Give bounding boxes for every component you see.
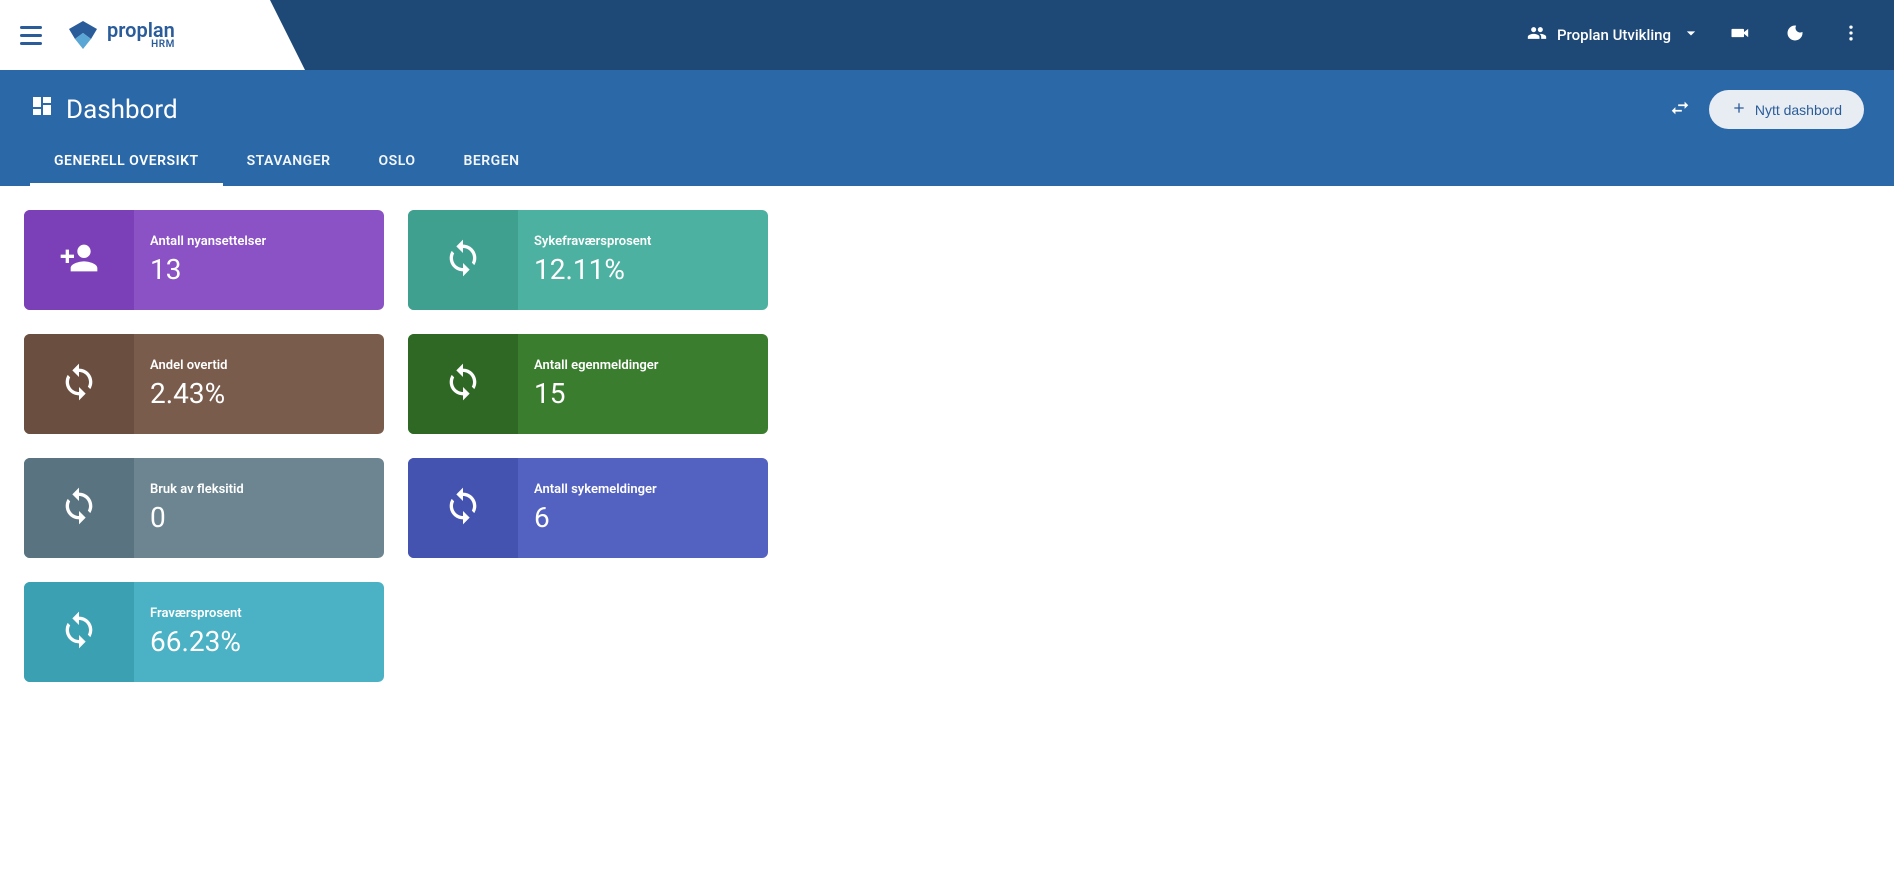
person-add-icon — [59, 238, 99, 282]
sync-icon — [59, 610, 99, 654]
sync-icon — [59, 486, 99, 530]
new-dashboard-label: Nytt dashbord — [1755, 102, 1842, 118]
card-label: Antall sykemeldinger — [534, 482, 752, 497]
page-title: Dashbord — [30, 94, 178, 125]
app-logo-text: proplan HRM — [107, 20, 175, 50]
app-logo-sub: HRM — [107, 40, 175, 50]
card-value: 6 — [534, 501, 752, 534]
card-icon-area — [24, 334, 134, 434]
card-antall-egenmeldinger[interactable]: Antall egenmeldinger 15 — [408, 334, 768, 434]
sync-icon — [443, 238, 483, 282]
card-label: Bruk av fleksitid — [150, 482, 368, 497]
topbar-right: Proplan Utvikling — [1527, 15, 1894, 55]
app-logo-icon — [67, 19, 99, 51]
card-icon-area — [408, 210, 518, 310]
page-title-row: Dashbord Nytt dashbord — [0, 70, 1894, 139]
dashboard-icon — [30, 94, 54, 125]
new-dashboard-button[interactable]: Nytt dashbord — [1709, 90, 1864, 129]
card-fravaersprosent[interactable]: Fraværsprosent 66.23% — [24, 582, 384, 682]
more-menu-button[interactable] — [1833, 15, 1869, 55]
card-value: 2.43% — [150, 377, 368, 410]
announcements-button[interactable] — [1721, 15, 1757, 55]
card-body: Antall nyansettelser 13 — [134, 210, 384, 310]
card-body: Andel overtid 2.43% — [134, 334, 384, 434]
tab-label: STAVANGER — [247, 153, 331, 169]
card-antall-nyansettelser[interactable]: Antall nyansettelser 13 — [24, 210, 384, 310]
tab-stavanger[interactable]: STAVANGER — [223, 139, 355, 186]
moon-icon — [1785, 23, 1805, 47]
card-label: Fraværsprosent — [150, 606, 368, 621]
card-label: Andel overtid — [150, 358, 368, 373]
card-icon-area — [24, 210, 134, 310]
dark-mode-button[interactable] — [1777, 15, 1813, 55]
swap-dashboard-button[interactable] — [1669, 97, 1691, 123]
chevron-down-icon — [1681, 23, 1701, 47]
sync-icon — [59, 362, 99, 406]
card-value: 13 — [150, 253, 368, 286]
card-andel-overtid[interactable]: Andel overtid 2.43% — [24, 334, 384, 434]
card-antall-sykemeldinger[interactable]: Antall sykemeldinger 6 — [408, 458, 768, 558]
card-value: 66.23% — [150, 625, 368, 658]
sync-icon — [443, 486, 483, 530]
page-actions: Nytt dashbord — [1669, 90, 1864, 129]
card-bruk-av-fleksitid[interactable]: Bruk av fleksitid 0 — [24, 458, 384, 558]
user-dropdown[interactable]: Proplan Utvikling — [1527, 23, 1701, 47]
card-value: 12.11% — [534, 253, 752, 286]
tab-generell-oversikt[interactable]: GENERELL OVERSIKT — [30, 139, 223, 186]
tab-oslo[interactable]: OSLO — [355, 139, 440, 186]
sync-icon — [443, 362, 483, 406]
card-value: 0 — [150, 501, 368, 534]
dashboard-grid: Antall nyansettelser 13 Sykefraværsprose… — [0, 186, 1894, 706]
card-label: Antall nyansettelser — [150, 234, 368, 249]
page-title-text: Dashbord — [66, 95, 178, 125]
card-body: Fraværsprosent 66.23% — [134, 582, 384, 682]
tab-label: BERGEN — [463, 153, 519, 169]
card-icon-area — [408, 334, 518, 434]
user-label: Proplan Utvikling — [1557, 26, 1671, 44]
subheader: Dashbord Nytt dashbord GENERELL OVERSIKT… — [0, 70, 1894, 186]
topbar: proplan HRM Proplan Utvikling — [0, 0, 1894, 70]
card-label: Antall egenmeldinger — [534, 358, 752, 373]
card-icon-area — [24, 458, 134, 558]
tab-label: OSLO — [379, 153, 416, 169]
people-icon — [1527, 23, 1547, 47]
card-body: Antall egenmeldinger 15 — [518, 334, 768, 434]
card-value: 15 — [534, 377, 752, 410]
topbar-left: proplan HRM — [0, 0, 270, 70]
app-logo-main: proplan — [107, 20, 175, 40]
card-body: Antall sykemeldinger 6 — [518, 458, 768, 558]
tab-bergen[interactable]: BERGEN — [439, 139, 543, 186]
hamburger-menu-button[interactable] — [10, 16, 52, 55]
tabs: GENERELL OVERSIKT STAVANGER OSLO BERGEN — [0, 139, 1894, 186]
swap-horizontal-icon — [1669, 97, 1691, 123]
card-body: Bruk av fleksitid 0 — [134, 458, 384, 558]
card-sykefravaersprosent[interactable]: Sykefraværsprosent 12.11% — [408, 210, 768, 310]
card-body: Sykefraværsprosent 12.11% — [518, 210, 768, 310]
card-icon-area — [408, 458, 518, 558]
app-logo[interactable]: proplan HRM — [67, 19, 175, 51]
card-label: Sykefraværsprosent — [534, 234, 752, 249]
megaphone-icon — [1729, 23, 1749, 47]
plus-icon — [1731, 100, 1747, 119]
more-vertical-icon — [1841, 23, 1861, 47]
card-icon-area — [24, 582, 134, 682]
tab-label: GENERELL OVERSIKT — [54, 153, 199, 169]
